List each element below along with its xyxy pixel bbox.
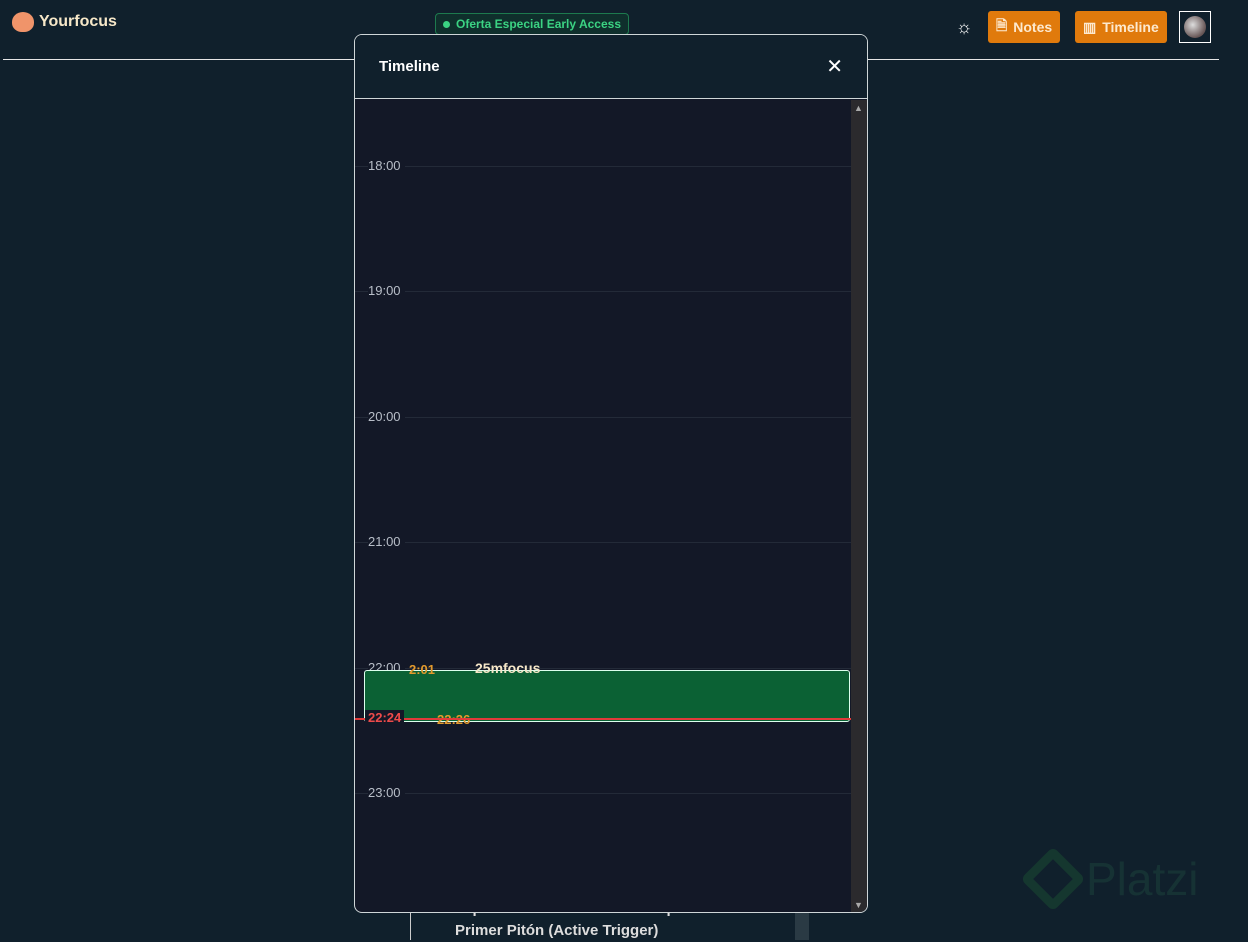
timeline-area[interactable]: 18:00 19:00 20:00 21:00 22:00 23:00 2:01 25mf… bbox=[355, 100, 851, 912]
scroll-down-icon[interactable]: ▼ bbox=[854, 900, 863, 910]
current-time-line bbox=[355, 717, 851, 720]
hour-label: 21:00 bbox=[368, 534, 405, 550]
hour-label: 20:00 bbox=[368, 408, 405, 424]
hour-gridline bbox=[355, 416, 851, 418]
avatar[interactable] bbox=[1179, 11, 1211, 43]
timeline-modal: Timeline ✕ 18:00 19:00 20:00 21:00 22:00 23:0… bbox=[354, 34, 868, 913]
modal-header: Timeline ✕ bbox=[355, 35, 867, 99]
promo-text: Oferta Especial Early Access bbox=[456, 17, 621, 31]
app-name: Yourfocus bbox=[39, 13, 117, 30]
bar-chart-icon: ▥ bbox=[1083, 18, 1097, 35]
hour-gridline bbox=[355, 542, 851, 544]
current-time-label: 22:24 bbox=[365, 709, 405, 725]
scroll-up-icon[interactable]: ▲ bbox=[854, 103, 863, 113]
hour-label: 18:00 bbox=[368, 158, 405, 173]
avatar-image bbox=[1184, 16, 1206, 38]
sun-icon[interactable]: ☼ bbox=[954, 17, 974, 37]
app-logo[interactable]: Yourfocus bbox=[12, 12, 117, 32]
notes-button[interactable]: 🗎 Notes bbox=[988, 11, 1061, 43]
platzi-logo-icon bbox=[1020, 846, 1086, 912]
notes-label: Notes bbox=[1013, 19, 1053, 35]
timeline-button[interactable]: ▥ Timeline bbox=[1075, 11, 1167, 43]
event-title: 25mfocus bbox=[475, 660, 541, 677]
hour-label: 19:00 bbox=[368, 283, 405, 299]
document-icon: 🗎 bbox=[996, 17, 1008, 33]
timeline-label: Timeline bbox=[1102, 19, 1159, 35]
hour-label: 23:00 bbox=[368, 785, 405, 800]
status-dot-icon bbox=[443, 20, 450, 28]
event-start-time: 2:01 bbox=[409, 662, 436, 678]
hour-gridline bbox=[355, 166, 851, 167]
platzi-watermark: Platzi bbox=[1020, 846, 1198, 912]
promo-badge[interactable]: Oferta Especial Early Access bbox=[435, 13, 629, 35]
task-line2: Primer Pitón (Active Trigger) bbox=[455, 922, 659, 939]
close-icon[interactable]: ✕ bbox=[826, 54, 843, 79]
modal-title: Timeline bbox=[379, 58, 440, 75]
hour-gridline bbox=[355, 291, 851, 293]
brain-icon bbox=[12, 12, 34, 32]
scrollbar[interactable]: ▲ ▼ bbox=[851, 100, 867, 912]
hour-gridline bbox=[355, 793, 851, 794]
